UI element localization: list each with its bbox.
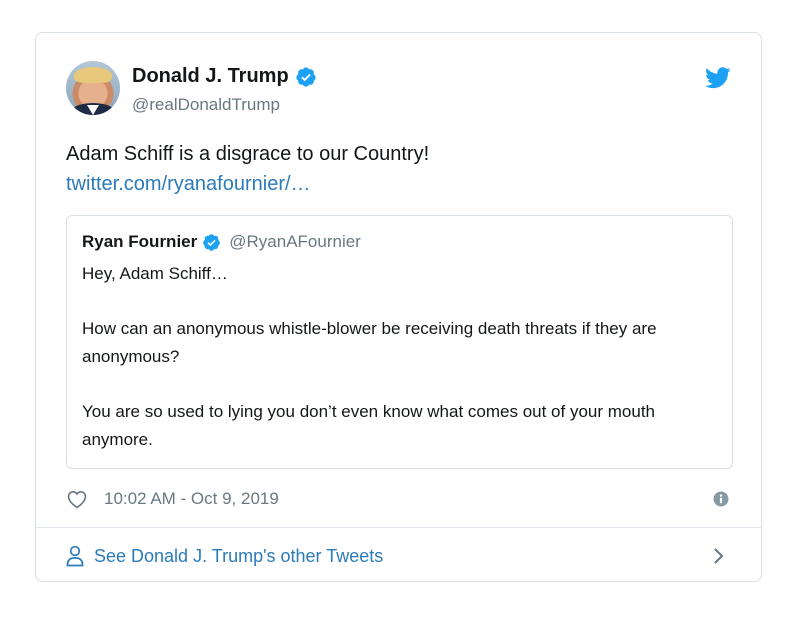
- tweet-link[interactable]: twitter.com/ryanafournier/…: [66, 169, 311, 199]
- heart-outline-icon[interactable]: [66, 489, 88, 509]
- footer-divider: [36, 527, 761, 528]
- info-icon[interactable]: [713, 491, 729, 507]
- quoted-tweet-paragraph: You are so used to lying you don’t even …: [82, 402, 655, 449]
- quoted-tweet-paragraph: How can an anonymous whistle-blower be r…: [82, 319, 657, 366]
- tweet-text: Adam Schiff is a disgrace to our Country…: [66, 143, 430, 165]
- quoted-author-handle: @RyanAFournier: [229, 232, 361, 251]
- tweet-meta: 10:02 AM - Oct 9, 2019: [66, 485, 731, 513]
- quoted-author-name: Ryan Fournier: [82, 232, 198, 251]
- quoted-tweet-body: Hey, Adam Schiff… How can an anonymous w…: [82, 260, 722, 454]
- see-other-tweets-link[interactable]: See Donald J. Trump's other Tweets: [66, 541, 731, 571]
- tweet-header: Donald J. Trump @realDonaldTrump: [66, 61, 731, 117]
- verified-badge-icon: [296, 66, 316, 87]
- quoted-tweet-header: Ryan Fournier @RyanAFournier: [82, 232, 361, 252]
- verified-badge-icon: [203, 233, 221, 251]
- embedded-tweet-card: Donald J. Trump @realDonaldTrump Adam Sc…: [35, 32, 762, 582]
- tweet-timestamp[interactable]: 10:02 AM - Oct 9, 2019: [104, 489, 279, 509]
- author-handle[interactable]: @realDonaldTrump: [132, 95, 280, 115]
- see-other-tweets-label: See Donald J. Trump's other Tweets: [94, 545, 384, 566]
- author-avatar[interactable]: [66, 61, 120, 115]
- author-name[interactable]: Donald J. Trump: [132, 65, 289, 88]
- person-icon: [66, 545, 84, 567]
- author-name-row: Donald J. Trump: [132, 65, 317, 88]
- chevron-right-icon: [714, 548, 724, 564]
- twitter-bird-icon[interactable]: [705, 67, 731, 89]
- quoted-tweet-paragraph: Hey, Adam Schiff…: [82, 264, 228, 283]
- quoted-tweet[interactable]: Ryan Fournier @RyanAFournier Hey, Adam S…: [66, 215, 733, 469]
